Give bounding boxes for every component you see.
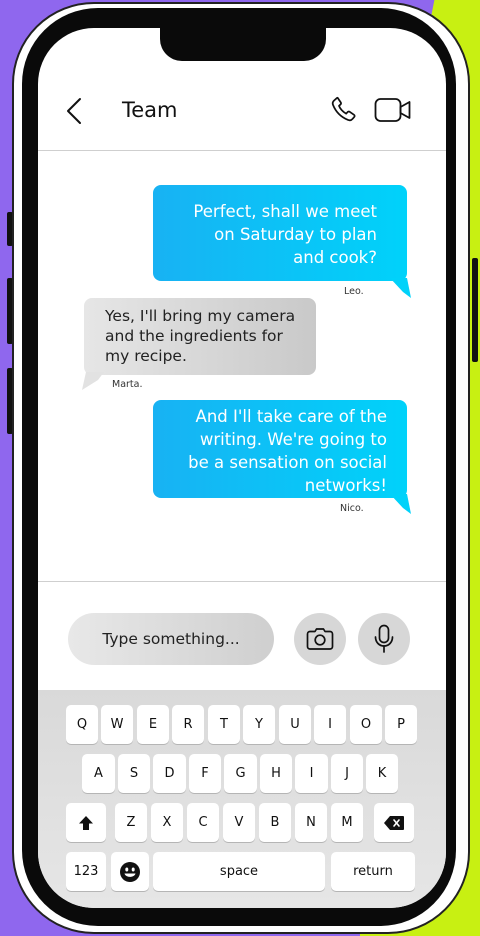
bubble-tail: [390, 494, 411, 514]
key-z[interactable]: Z: [115, 803, 147, 842]
message-sender: Leo.: [344, 286, 364, 297]
key-j[interactable]: J: [331, 754, 363, 793]
microphone-icon: [374, 624, 394, 653]
phone-side-button: [472, 258, 478, 362]
message-text: Perfect, shall we meet on Saturday to pl…: [193, 202, 377, 267]
key-y[interactable]: Y: [243, 705, 275, 744]
space-key[interactable]: space: [153, 852, 325, 891]
key-c[interactable]: C: [187, 803, 219, 842]
message-sender: Nico.: [340, 503, 364, 514]
message-bubble-incoming: Yes, I'll bring my camera and the ingred…: [84, 298, 316, 375]
message-text: And I'll take care of the writing. We're…: [188, 407, 387, 495]
key-d[interactable]: D: [153, 754, 186, 793]
message-input[interactable]: Type something...: [68, 613, 274, 665]
shift-icon: [79, 815, 93, 830]
camera-icon: [306, 628, 334, 650]
key-i[interactable]: I: [314, 705, 346, 744]
bubble-tail: [390, 278, 411, 298]
keyboard: Q W E R T Y U I O P A S D F G H I J K Z …: [38, 690, 446, 908]
backspace-icon: [384, 815, 404, 830]
shift-key[interactable]: [66, 803, 106, 842]
key-b[interactable]: B: [259, 803, 291, 842]
composer-divider: [38, 581, 446, 582]
microphone-button[interactable]: [358, 613, 410, 665]
key-n[interactable]: N: [295, 803, 327, 842]
chat-title: Team: [122, 98, 178, 122]
key-a[interactable]: A: [82, 754, 115, 793]
emoji-key[interactable]: [111, 852, 149, 891]
key-k[interactable]: K: [366, 754, 398, 793]
message-bubble-outgoing: And I'll take care of the writing. We're…: [153, 400, 407, 498]
key-u[interactable]: U: [279, 705, 311, 744]
return-key[interactable]: return: [331, 852, 415, 891]
key-f[interactable]: F: [189, 754, 221, 793]
message-bubble-outgoing: Perfect, shall we meet on Saturday to pl…: [153, 185, 407, 281]
video-call-icon[interactable]: [374, 97, 412, 123]
numbers-key[interactable]: 123: [66, 852, 106, 891]
key-x[interactable]: X: [151, 803, 183, 842]
key-q[interactable]: Q: [66, 705, 98, 744]
key-m[interactable]: M: [331, 803, 363, 842]
camera-button[interactable]: [294, 613, 346, 665]
key-i-row2[interactable]: I: [295, 754, 328, 793]
key-p[interactable]: P: [385, 705, 417, 744]
phone-call-icon[interactable]: [330, 95, 358, 123]
back-chevron-icon[interactable]: [62, 96, 86, 126]
key-o[interactable]: O: [350, 705, 382, 744]
message-input-placeholder: Type something...: [102, 630, 240, 648]
key-h[interactable]: H: [260, 754, 292, 793]
key-s[interactable]: S: [118, 754, 150, 793]
bubble-tail: [82, 372, 104, 390]
phone-screen: Team Perfect, shall we meet on Saturday …: [38, 28, 446, 908]
key-g[interactable]: G: [224, 754, 257, 793]
backspace-key[interactable]: [374, 803, 414, 842]
key-w[interactable]: W: [101, 705, 133, 744]
message-text: Yes, I'll bring my camera and the ingred…: [105, 307, 296, 365]
emoji-icon: [120, 861, 140, 882]
chat-header: Team: [38, 84, 446, 151]
key-t[interactable]: T: [208, 705, 240, 744]
key-r[interactable]: R: [172, 705, 204, 744]
key-e[interactable]: E: [137, 705, 169, 744]
message-sender: Marta.: [112, 379, 143, 390]
key-v[interactable]: V: [223, 803, 255, 842]
phone-notch: [160, 28, 326, 61]
